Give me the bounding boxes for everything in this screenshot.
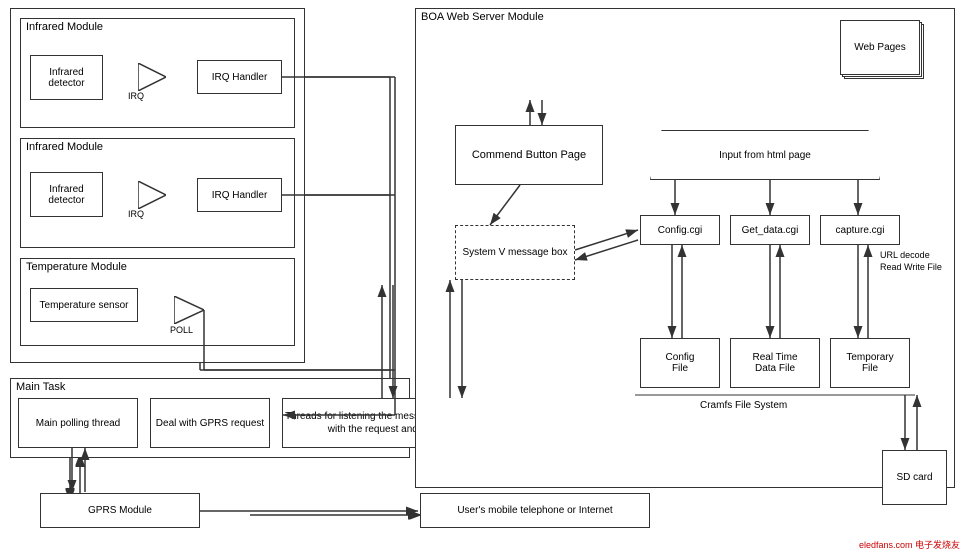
poll-triangle: POLL: [174, 296, 204, 327]
system-v-box: System V message box: [455, 225, 575, 280]
main-task-label: Main Task: [16, 381, 65, 393]
temporary-file-box: Temporary File: [830, 338, 910, 388]
real-time-file-label: Real Time Data File: [752, 352, 797, 374]
command-button-page-label: Commend Button Page: [472, 149, 586, 161]
infrared-detector-1-box: Infrared detector: [30, 55, 103, 100]
infrared-module-2-label: Infrared Module: [26, 141, 103, 153]
web-pages-label: Web Pages: [854, 42, 906, 53]
gprs-request-label: Deal with GPRS request: [156, 418, 264, 429]
boa-module-label: BOA Web Server Module: [421, 11, 544, 23]
web-pages-container: Web Pages: [840, 20, 920, 75]
gprs-module-box: GPRS Module: [40, 493, 200, 528]
irq-label-1: IRQ: [128, 91, 144, 101]
get-data-cgi-box: Get_data.cgi: [730, 215, 810, 245]
sd-card-label: SD card: [896, 472, 932, 483]
main-polling-thread-label: Main polling thread: [36, 418, 121, 429]
irq-triangle-2: IRQ: [138, 181, 166, 212]
config-file-label: Config File: [666, 352, 695, 374]
temporary-file-label: Temporary File: [846, 352, 893, 374]
infrared-detector-2-box: Infrared detector: [30, 172, 103, 217]
irq-handler-1-box: IRQ Handler: [197, 60, 282, 94]
irq-label-2: IRQ: [128, 209, 144, 219]
capture-cgi-box: capture.cgi: [820, 215, 900, 245]
config-cgi-box: Config.cgi: [640, 215, 720, 245]
irq-handler-2-label: IRQ Handler: [212, 190, 268, 201]
temperature-sensor-label: Temperature sensor: [40, 300, 129, 311]
config-file-box: Config File: [640, 338, 720, 388]
input-from-html-label: Input from html page: [719, 150, 811, 161]
get-data-cgi-label: Get_data.cgi: [742, 225, 799, 236]
infrared-detector-1-label: Infrared detector: [31, 67, 102, 89]
infrared-detector-2-label: Infrared detector: [31, 184, 102, 206]
temperature-sensor-box: Temperature sensor: [30, 288, 138, 322]
poll-svg: [174, 296, 204, 324]
gprs-module-label: GPRS Module: [88, 505, 152, 516]
irq-svg-1: [138, 63, 166, 91]
main-polling-thread-box: Main polling thread: [18, 398, 138, 448]
poll-label: POLL: [170, 325, 193, 335]
command-button-page-box: Commend Button Page: [455, 125, 603, 185]
user-mobile-label: User's mobile telephone or Internet: [457, 505, 612, 516]
temperature-module-label: Temperature Module: [26, 261, 127, 273]
watermark: eledfans.com 电子发烧友: [859, 538, 960, 551]
real-time-file-box: Real Time Data File: [730, 338, 820, 388]
irq-handler-1-label: IRQ Handler: [212, 72, 268, 83]
capture-cgi-label: capture.cgi: [836, 225, 885, 236]
gprs-request-box: Deal with GPRS request: [150, 398, 270, 448]
infrared-module-1-label: Infrared Module: [26, 21, 103, 33]
input-from-html-box: Input from html page: [650, 130, 880, 180]
url-decode-label: URL decode Read Write File: [880, 250, 942, 273]
irq-handler-2-box: IRQ Handler: [197, 178, 282, 212]
irq-triangle-1: IRQ: [138, 63, 166, 94]
system-v-label: System V message box: [462, 247, 567, 258]
irq-svg-2: [138, 181, 166, 209]
user-mobile-box: User's mobile telephone or Internet: [420, 493, 650, 528]
cramfs-label: Cramfs File System: [700, 400, 787, 411]
sd-card-box: SD card: [882, 450, 947, 505]
config-cgi-label: Config.cgi: [658, 225, 702, 236]
